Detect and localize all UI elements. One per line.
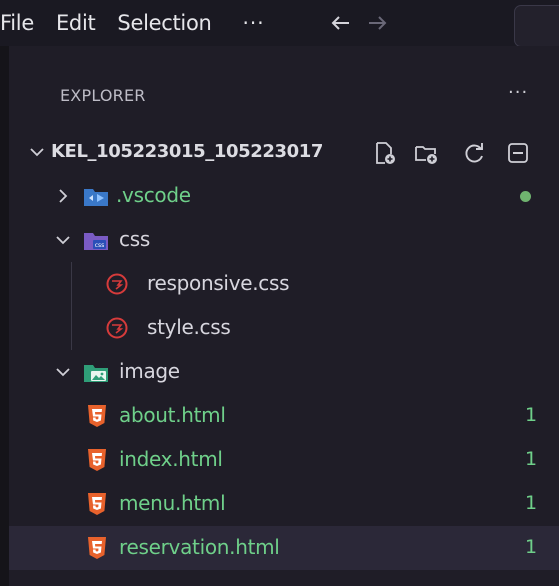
html5-file-icon [87, 492, 107, 516]
html5-file-icon [87, 536, 107, 560]
tree-item-label: about.html [119, 403, 226, 427]
explorer-title: EXPLORER [60, 86, 146, 105]
html5-file-icon [87, 448, 107, 472]
tree-item-label: image [119, 359, 180, 383]
explorer-more-button[interactable]: ··· [508, 82, 528, 103]
image-folder-icon [83, 360, 109, 384]
tree-item-label: css [119, 227, 150, 251]
tree-item-css[interactable]: css css [9, 218, 559, 262]
html5-file-icon [87, 404, 107, 428]
tree-item-image[interactable]: image [9, 350, 559, 394]
menu-file[interactable]: File [0, 0, 45, 46]
tree-item-index-html[interactable]: index.html 1 [9, 438, 559, 482]
chevron-right-icon [55, 188, 71, 204]
tree-item-about-html[interactable]: about.html 1 [9, 394, 559, 438]
arrow-right-icon[interactable] [363, 9, 399, 37]
tree-item-label: style.css [147, 315, 231, 339]
tree-item-style-css[interactable]: style.css [9, 306, 559, 350]
problem-count-badge: 1 [525, 492, 538, 514]
css-file-icon [105, 316, 129, 340]
problem-count-badge: 1 [525, 536, 538, 558]
vscode-folder-icon [83, 184, 109, 208]
command-center-search[interactable] [514, 5, 559, 47]
status-dot [520, 191, 531, 202]
tree-item-label: menu.html [119, 491, 226, 515]
chevron-down-icon [55, 232, 71, 248]
tree-item-label: responsive.css [147, 271, 290, 295]
menu-more-button[interactable]: ··· [223, 11, 285, 35]
problem-count-badge: 1 [525, 404, 538, 426]
svg-text:css: css [95, 242, 105, 249]
arrow-left-icon[interactable] [327, 9, 363, 37]
tree-item-reservation-html[interactable]: reservation.html 1 [9, 526, 559, 570]
menu-selection[interactable]: Selection [106, 0, 222, 46]
tree-item-label: index.html [119, 447, 223, 471]
explorer-panel: EXPLORER ··· KEL_105223015_105223017 .vs… [9, 46, 559, 586]
chevron-down-icon [29, 144, 45, 160]
root-folder-label: KEL_105223015_105223017 [51, 141, 323, 162]
refresh-icon[interactable] [461, 140, 487, 166]
tree-item-label: reservation.html [119, 535, 280, 559]
new-folder-icon[interactable] [413, 140, 439, 166]
chevron-down-icon [55, 364, 71, 380]
title-bar: File Edit Selection ··· [0, 0, 559, 47]
tree-item-responsive-css[interactable]: responsive.css [9, 262, 559, 306]
menu-edit[interactable]: Edit [45, 0, 106, 46]
problem-count-badge: 1 [525, 448, 538, 470]
tree-item-vscode[interactable]: .vscode [9, 174, 559, 218]
activity-bar-edge [0, 46, 9, 586]
css-file-icon [105, 272, 129, 296]
collapse-all-icon[interactable] [505, 140, 531, 166]
tree-item-label: .vscode [116, 183, 191, 207]
tree-item-menu-html[interactable]: menu.html 1 [9, 482, 559, 526]
new-file-icon[interactable] [371, 140, 397, 166]
css-folder-icon: css [83, 228, 109, 252]
